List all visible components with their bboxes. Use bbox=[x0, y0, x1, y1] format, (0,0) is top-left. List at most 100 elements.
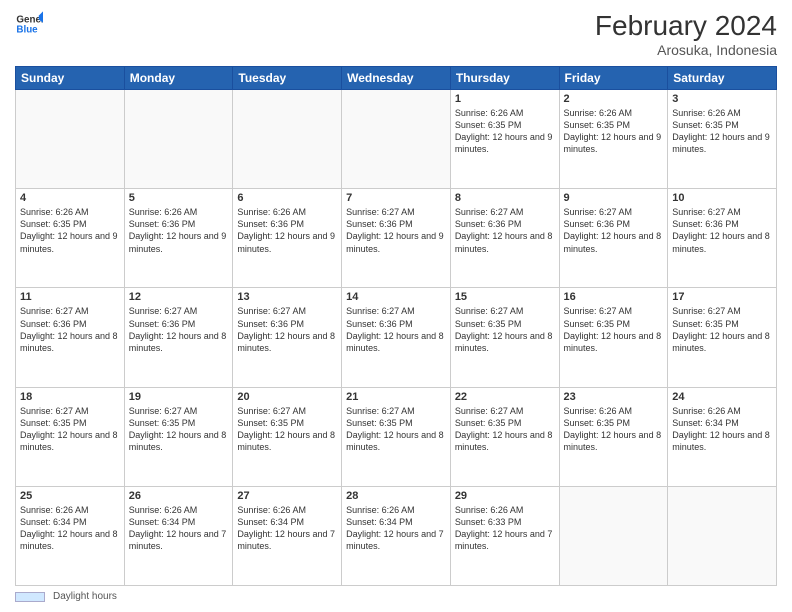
header: General Blue February 2024 Arosuka, Indo… bbox=[15, 10, 777, 58]
calendar-cell bbox=[233, 90, 342, 189]
day-info: Sunrise: 6:27 AMSunset: 6:36 PMDaylight:… bbox=[346, 206, 446, 255]
calendar-table: SundayMondayTuesdayWednesdayThursdayFrid… bbox=[15, 66, 777, 586]
day-number: 15 bbox=[455, 291, 555, 303]
calendar-cell: 22 Sunrise: 6:27 AMSunset: 6:35 PMDayligh… bbox=[450, 387, 559, 486]
calendar-cell: 10 Sunrise: 6:27 AMSunset: 6:36 PMDayligh… bbox=[668, 189, 777, 288]
calendar-cell: 20 Sunrise: 6:27 AMSunset: 6:35 PMDayligh… bbox=[233, 387, 342, 486]
footer: Daylight hours bbox=[15, 591, 777, 602]
day-number: 22 bbox=[455, 391, 555, 403]
day-number: 21 bbox=[346, 391, 446, 403]
svg-text:Blue: Blue bbox=[16, 24, 38, 35]
calendar-cell: 25 Sunrise: 6:26 AMSunset: 6:34 PMDayligh… bbox=[16, 486, 125, 585]
day-number: 7 bbox=[346, 192, 446, 204]
day-info: Sunrise: 6:26 AMSunset: 6:34 PMDaylight:… bbox=[129, 504, 229, 553]
day-info: Sunrise: 6:26 AMSunset: 6:36 PMDaylight:… bbox=[237, 206, 337, 255]
day-info: Sunrise: 6:27 AMSunset: 6:35 PMDaylight:… bbox=[455, 305, 555, 354]
day-number: 18 bbox=[20, 391, 120, 403]
day-number: 4 bbox=[20, 192, 120, 204]
calendar-cell: 26 Sunrise: 6:26 AMSunset: 6:34 PMDayligh… bbox=[124, 486, 233, 585]
calendar-cell: 7 Sunrise: 6:27 AMSunset: 6:36 PMDaylight… bbox=[342, 189, 451, 288]
day-number: 11 bbox=[20, 291, 120, 303]
day-info: Sunrise: 6:26 AMSunset: 6:34 PMDaylight:… bbox=[672, 405, 772, 454]
location-subtitle: Arosuka, Indonesia bbox=[595, 42, 777, 58]
day-info: Sunrise: 6:27 AMSunset: 6:35 PMDaylight:… bbox=[346, 405, 446, 454]
calendar-cell: 4 Sunrise: 6:26 AMSunset: 6:35 PMDaylight… bbox=[16, 189, 125, 288]
calendar-cell: 24 Sunrise: 6:26 AMSunset: 6:34 PMDayligh… bbox=[668, 387, 777, 486]
day-number: 10 bbox=[672, 192, 772, 204]
day-info: Sunrise: 6:27 AMSunset: 6:36 PMDaylight:… bbox=[129, 305, 229, 354]
day-number: 8 bbox=[455, 192, 555, 204]
calendar-cell: 19 Sunrise: 6:27 AMSunset: 6:35 PMDayligh… bbox=[124, 387, 233, 486]
day-number: 25 bbox=[20, 490, 120, 502]
day-info: Sunrise: 6:27 AMSunset: 6:36 PMDaylight:… bbox=[237, 305, 337, 354]
day-info: Sunrise: 6:26 AMSunset: 6:35 PMDaylight:… bbox=[20, 206, 120, 255]
day-info: Sunrise: 6:27 AMSunset: 6:36 PMDaylight:… bbox=[346, 305, 446, 354]
day-number: 14 bbox=[346, 291, 446, 303]
calendar-cell: 8 Sunrise: 6:27 AMSunset: 6:36 PMDaylight… bbox=[450, 189, 559, 288]
weekday-header-saturday: Saturday bbox=[668, 67, 777, 90]
calendar-cell: 12Sunrise: 6:27 AMSunset: 6:36 PMDayligh… bbox=[124, 288, 233, 387]
day-number: 28 bbox=[346, 490, 446, 502]
calendar-cell: 13 Sunrise: 6:27 AMSunset: 6:36 PMDayligh… bbox=[233, 288, 342, 387]
day-info: Sunrise: 6:27 AMSunset: 6:36 PMDaylight:… bbox=[672, 206, 772, 255]
calendar-cell: 16 Sunrise: 6:27 AMSunset: 6:35 PMDayligh… bbox=[559, 288, 668, 387]
calendar-cell: 15 Sunrise: 6:27 AMSunset: 6:35 PMDayligh… bbox=[450, 288, 559, 387]
day-number: 24 bbox=[672, 391, 772, 403]
weekday-header-monday: Monday bbox=[124, 67, 233, 90]
day-info: Sunrise: 6:26 AMSunset: 6:34 PMDaylight:… bbox=[237, 504, 337, 553]
day-info: Sunrise: 6:26 AMSunset: 6:35 PMDaylight:… bbox=[455, 107, 555, 156]
calendar-cell bbox=[559, 486, 668, 585]
calendar-cell: 6Sunrise: 6:26 AMSunset: 6:36 PMDaylight… bbox=[233, 189, 342, 288]
calendar-cell: 21 Sunrise: 6:27 AMSunset: 6:35 PMDayligh… bbox=[342, 387, 451, 486]
logo: General Blue bbox=[15, 10, 43, 38]
day-number: 23 bbox=[564, 391, 664, 403]
day-info: Sunrise: 6:27 AMSunset: 6:35 PMDaylight:… bbox=[564, 305, 664, 354]
weekday-header-wednesday: Wednesday bbox=[342, 67, 451, 90]
day-info: Sunrise: 6:27 AMSunset: 6:36 PMDaylight:… bbox=[564, 206, 664, 255]
calendar-cell: 1 Sunrise: 6:26 AMSunset: 6:35 PMDaylight… bbox=[450, 90, 559, 189]
day-number: 29 bbox=[455, 490, 555, 502]
day-info: Sunrise: 6:27 AMSunset: 6:35 PMDaylight:… bbox=[237, 405, 337, 454]
day-number: 19 bbox=[129, 391, 229, 403]
daylight-label: Daylight hours bbox=[53, 591, 117, 602]
day-number: 3 bbox=[672, 93, 772, 105]
calendar-cell: 11 Sunrise: 6:27 AMSunset: 6:36 PMDayligh… bbox=[16, 288, 125, 387]
day-info: Sunrise: 6:26 AMSunset: 6:34 PMDaylight:… bbox=[346, 504, 446, 553]
weekday-header-tuesday: Tuesday bbox=[233, 67, 342, 90]
calendar-cell: 23Sunrise: 6:26 AMSunset: 6:35 PMDayligh… bbox=[559, 387, 668, 486]
day-number: 17 bbox=[672, 291, 772, 303]
day-number: 16 bbox=[564, 291, 664, 303]
day-info: Sunrise: 6:27 AMSunset: 6:35 PMDaylight:… bbox=[129, 405, 229, 454]
daylight-swatch bbox=[15, 592, 45, 602]
day-info: Sunrise: 6:27 AMSunset: 6:35 PMDaylight:… bbox=[455, 405, 555, 454]
logo-icon: General Blue bbox=[15, 10, 43, 38]
calendar-cell: 3 Sunrise: 6:26 AMSunset: 6:35 PMDaylight… bbox=[668, 90, 777, 189]
calendar-cell: 18 Sunrise: 6:27 AMSunset: 6:35 PMDayligh… bbox=[16, 387, 125, 486]
day-number: 27 bbox=[237, 490, 337, 502]
day-info: Sunrise: 6:27 AMSunset: 6:35 PMDaylight:… bbox=[20, 405, 120, 454]
day-info: Sunrise: 6:26 AMSunset: 6:33 PMDaylight:… bbox=[455, 504, 555, 553]
day-number: 1 bbox=[455, 93, 555, 105]
calendar-cell: 28 Sunrise: 6:26 AMSunset: 6:34 PMDayligh… bbox=[342, 486, 451, 585]
day-info: Sunrise: 6:26 AMSunset: 6:34 PMDaylight:… bbox=[20, 504, 120, 553]
calendar-cell bbox=[16, 90, 125, 189]
day-number: 26 bbox=[129, 490, 229, 502]
day-info: Sunrise: 6:26 AMSunset: 6:36 PMDaylight:… bbox=[129, 206, 229, 255]
day-info: Sunrise: 6:27 AMSunset: 6:36 PMDaylight:… bbox=[20, 305, 120, 354]
page: General Blue February 2024 Arosuka, Indo… bbox=[0, 0, 792, 612]
weekday-header-friday: Friday bbox=[559, 67, 668, 90]
calendar-cell bbox=[342, 90, 451, 189]
calendar-cell: 9 Sunrise: 6:27 AMSunset: 6:36 PMDaylight… bbox=[559, 189, 668, 288]
day-number: 9 bbox=[564, 192, 664, 204]
day-number: 20 bbox=[237, 391, 337, 403]
weekday-header-sunday: Sunday bbox=[16, 67, 125, 90]
day-info: Sunrise: 6:26 AMSunset: 6:35 PMDaylight:… bbox=[672, 107, 772, 156]
month-title: February 2024 bbox=[595, 10, 777, 42]
day-info: Sunrise: 6:26 AMSunset: 6:35 PMDaylight:… bbox=[564, 107, 664, 156]
calendar-cell bbox=[668, 486, 777, 585]
weekday-header-thursday: Thursday bbox=[450, 67, 559, 90]
day-number: 13 bbox=[237, 291, 337, 303]
calendar-cell: 17Sunrise: 6:27 AMSunset: 6:35 PMDayligh… bbox=[668, 288, 777, 387]
day-info: Sunrise: 6:27 AMSunset: 6:36 PMDaylight:… bbox=[455, 206, 555, 255]
day-number: 5 bbox=[129, 192, 229, 204]
